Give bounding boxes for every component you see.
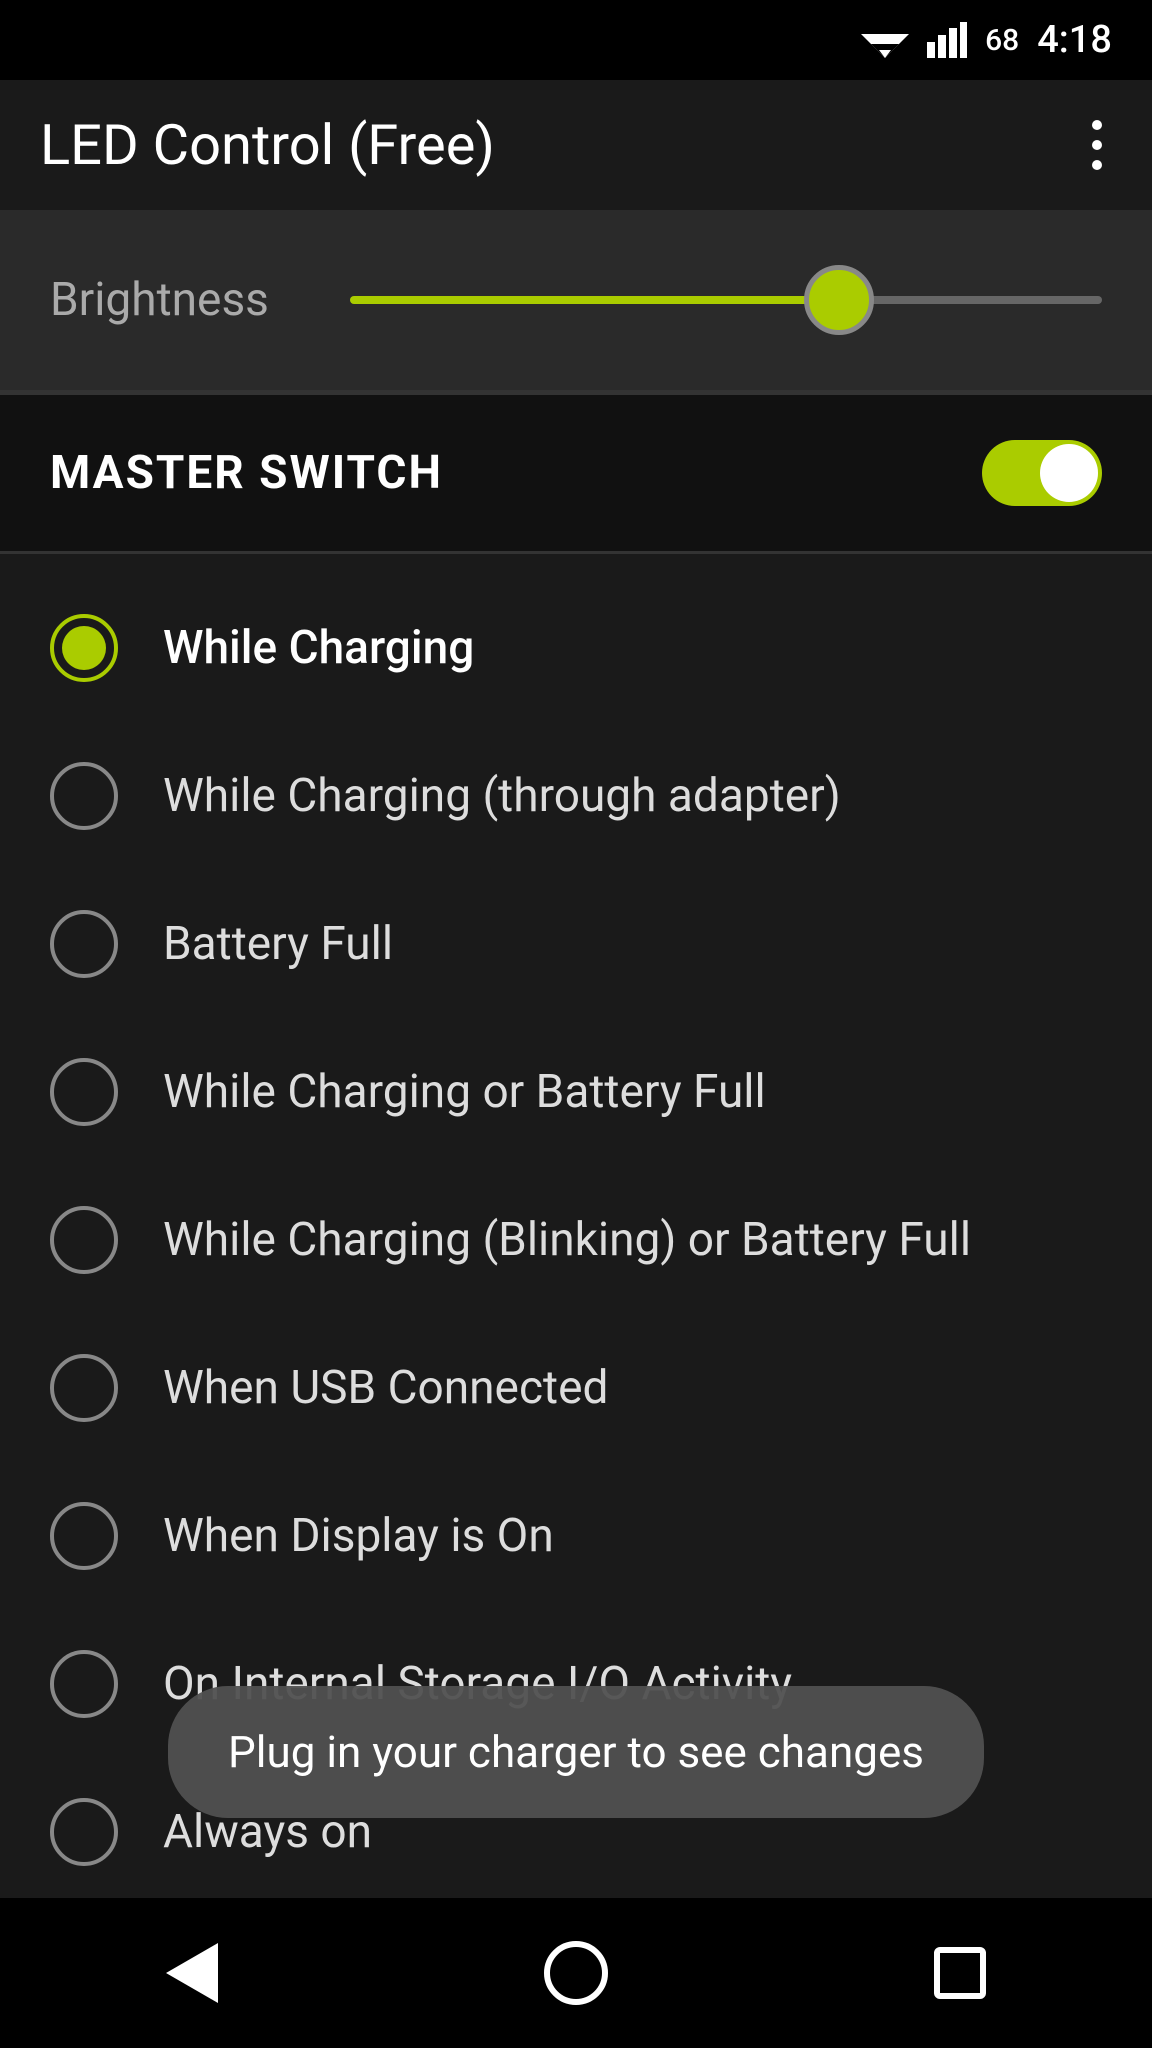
radio-battery-full	[50, 910, 118, 978]
radio-while-charging	[50, 614, 118, 682]
menu-dot-1	[1092, 120, 1102, 130]
option-label-while-charging-battery-full: While Charging or Battery Full	[163, 1065, 766, 1119]
recent-icon	[934, 1947, 986, 1999]
menu-button[interactable]	[1082, 110, 1112, 180]
status-time: 4:18	[1037, 18, 1112, 62]
option-while-charging-adapter[interactable]: While Charging (through adapter)	[0, 722, 1152, 870]
radio-while-charging-adapter	[50, 762, 118, 830]
status-bar: 68 4:18	[0, 0, 1152, 80]
option-when-usb-connected[interactable]: When USB Connected	[0, 1314, 1152, 1462]
brightness-slider-track	[350, 296, 1102, 304]
app-title: LED Control (Free)	[40, 112, 495, 178]
toggle-knob	[1040, 444, 1098, 502]
status-icons: 68 4:18	[861, 18, 1112, 62]
menu-dot-3	[1092, 160, 1102, 170]
nav-bar	[0, 1898, 1152, 2048]
option-label-when-usb-connected: When USB Connected	[163, 1361, 608, 1415]
brightness-label: Brightness	[50, 273, 300, 327]
radio-while-charging-blinking	[50, 1206, 118, 1274]
master-switch-toggle[interactable]	[982, 440, 1102, 506]
radio-always-on	[50, 1798, 118, 1866]
radio-when-usb-connected	[50, 1354, 118, 1422]
option-label-while-charging-adapter: While Charging (through adapter)	[163, 769, 841, 823]
radio-when-display-on	[50, 1502, 118, 1570]
wifi-icon	[861, 22, 909, 58]
option-while-charging-battery-full[interactable]: While Charging or Battery Full	[0, 1018, 1152, 1166]
nav-recent-button[interactable]	[920, 1933, 1000, 2013]
home-icon	[544, 1941, 608, 2005]
option-label-while-charging-blinking: While Charging (Blinking) or Battery Ful…	[163, 1213, 971, 1267]
nav-back-button[interactable]	[152, 1933, 232, 2013]
battery-indicator: 68	[985, 23, 1019, 58]
title-bar: LED Control (Free)	[0, 80, 1152, 210]
option-label-while-charging: While Charging	[163, 621, 474, 675]
back-icon	[166, 1943, 218, 2003]
option-while-charging-blinking[interactable]: While Charging (Blinking) or Battery Ful…	[0, 1166, 1152, 1314]
nav-home-button[interactable]	[536, 1933, 616, 2013]
radio-inner-while-charging	[62, 626, 106, 670]
brightness-slider-thumb[interactable]	[804, 265, 874, 335]
menu-dot-2	[1092, 140, 1102, 150]
option-label-battery-full: Battery Full	[163, 917, 393, 971]
master-switch-section: MASTER SWITCH	[0, 393, 1152, 551]
option-label-when-display-on: When Display is On	[163, 1509, 554, 1563]
master-switch-label: MASTER SWITCH	[50, 446, 443, 500]
option-battery-full[interactable]: Battery Full	[0, 870, 1152, 1018]
brightness-slider-container	[350, 260, 1102, 340]
radio-while-charging-battery-full	[50, 1058, 118, 1126]
radio-on-internal-storage	[50, 1650, 118, 1718]
brightness-section: Brightness	[0, 210, 1152, 390]
option-while-charging[interactable]: While Charging	[0, 574, 1152, 722]
option-when-display-on[interactable]: When Display is On	[0, 1462, 1152, 1610]
toast-notification: Plug in your charger to see changes	[168, 1686, 984, 1818]
signal-icon	[927, 22, 967, 58]
